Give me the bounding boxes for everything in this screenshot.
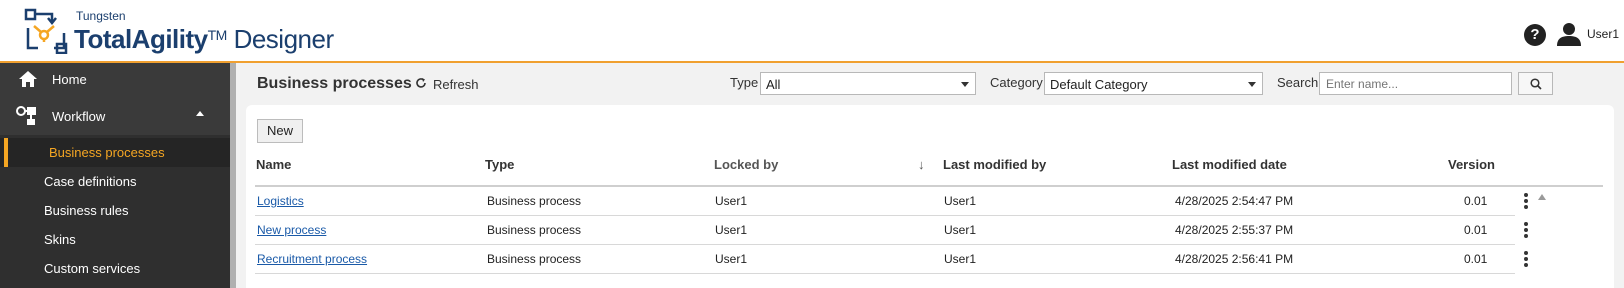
sidebar-item-label: Business processes [49, 145, 165, 160]
process-type: Business process [487, 252, 582, 266]
refresh-button[interactable]: Refresh [433, 77, 479, 92]
brand-trademark: TM [207, 27, 228, 43]
locked-by: User1 [715, 223, 748, 237]
user-icon[interactable] [1556, 21, 1582, 47]
modified-date: 4/28/2025 2:54:47 PM [1175, 194, 1294, 208]
column-header-version[interactable]: Version [1448, 157, 1495, 172]
version: 0.01 [1464, 252, 1488, 266]
search-input[interactable] [1319, 72, 1512, 95]
brand-company: Tungsten [76, 9, 126, 23]
type-label: Type [730, 75, 759, 90]
modified-date: 4/28/2025 2:55:37 PM [1175, 223, 1294, 237]
refresh-icon[interactable] [415, 77, 427, 89]
search-icon [1530, 78, 1542, 90]
tungsten-logo-icon [24, 8, 68, 54]
home-icon [19, 71, 37, 87]
sidebar-item-business-rules[interactable]: Business rules [0, 196, 230, 225]
process-type: Business process [487, 223, 582, 237]
column-header-locked-by[interactable]: Locked by [714, 157, 778, 172]
collapse-caret-icon[interactable] [196, 111, 204, 116]
process-type: Business process [487, 194, 582, 208]
modified-by: User1 [944, 252, 977, 266]
sidebar-item-home[interactable]: Home [0, 63, 230, 97]
brand-product-suffix: Designer [226, 24, 335, 54]
sidebar: Home Workflow Business processes Case de… [0, 63, 230, 288]
search-label: Search [1277, 75, 1319, 90]
type-select[interactable]: All [760, 72, 976, 95]
process-name-link[interactable]: Logistics [257, 194, 304, 208]
workflow-icon [16, 106, 36, 125]
sidebar-item-label: Business rules [44, 203, 129, 218]
right-gutter [1614, 63, 1624, 288]
column-header-type[interactable]: Type [485, 157, 514, 172]
sidebar-item-business-processes[interactable]: Business processes [0, 138, 230, 167]
sidebar-item-label: Skins [44, 232, 76, 247]
modified-by: User1 [944, 223, 977, 237]
page-title: Business processes [257, 75, 412, 92]
sidebar-item-label: Home [52, 72, 87, 87]
row-menu-icon[interactable] [1516, 220, 1536, 242]
table-row[interactable]: Recruitment process Business process Use… [255, 245, 1528, 274]
brand-product-bold: TotalAgility [74, 24, 208, 54]
main-content: Business processes Refresh Type All Cate… [236, 63, 1624, 288]
sidebar-item-case-definitions[interactable]: Case definitions [0, 167, 230, 196]
row-menu-icon[interactable] [1516, 191, 1536, 213]
version: 0.01 [1464, 223, 1488, 237]
sidebar-item-workflow[interactable]: Workflow [0, 97, 230, 135]
modified-date: 4/28/2025 2:56:41 PM [1175, 252, 1294, 266]
search-button[interactable] [1518, 72, 1553, 95]
table-row[interactable]: New process Business process User1 User1… [255, 216, 1528, 245]
brand-product: TotalAgilityTM Designer [74, 24, 334, 55]
chevron-down-icon [961, 82, 969, 87]
sidebar-item-label: Custom services [44, 261, 141, 276]
scroll-up-icon[interactable] [1536, 191, 1548, 203]
column-header-last-modified-date[interactable]: Last modified date [1172, 157, 1287, 172]
locked-by: User1 [715, 194, 748, 208]
user-name[interactable]: User1 [1587, 27, 1619, 41]
table-row[interactable]: Logistics Business process User1 User1 4… [255, 187, 1528, 216]
category-label: Category [990, 75, 1043, 90]
version: 0.01 [1464, 194, 1488, 208]
column-header-name[interactable]: Name [256, 157, 291, 172]
chevron-down-icon [1248, 82, 1256, 87]
category-select-value: Default Category [1050, 77, 1148, 92]
processes-panel: New Name Type Locked by ↓ Last modified … [246, 105, 1614, 288]
sort-arrow-icon[interactable]: ↓ [918, 157, 925, 172]
new-button[interactable]: New [257, 119, 303, 143]
active-indicator [4, 138, 8, 167]
column-header-last-modified-by[interactable]: Last modified by [943, 157, 1046, 172]
row-menu-icon[interactable] [1516, 249, 1536, 271]
sidebar-item-skins[interactable]: Skins [0, 225, 230, 254]
modified-by: User1 [944, 194, 977, 208]
process-name-link[interactable]: New process [257, 223, 326, 237]
process-name-link[interactable]: Recruitment process [257, 252, 367, 266]
help-icon[interactable]: ? [1524, 24, 1546, 46]
sidebar-item-label: Case definitions [44, 174, 137, 189]
category-select[interactable]: Default Category [1044, 72, 1263, 95]
type-select-value: All [766, 77, 781, 92]
app-header: Tungsten TotalAgilityTM Designer ? User1 [0, 0, 1624, 63]
locked-by: User1 [715, 252, 748, 266]
sidebar-item-custom-services[interactable]: Custom services [0, 254, 230, 283]
sidebar-item-label: Workflow [52, 109, 106, 124]
